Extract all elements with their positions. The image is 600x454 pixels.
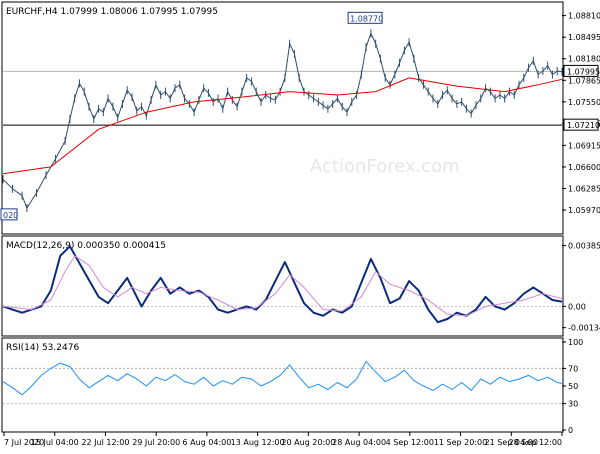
price-tick-label-1: 1.08495 <box>568 33 600 42</box>
rsi-tick-label-2: 50 <box>568 382 578 391</box>
x-tick-label-11: 28 Sep 12:00 <box>509 438 562 447</box>
price-tick-label-4: 1.07550 <box>568 98 600 107</box>
watermark: ActionForex.com <box>310 156 460 177</box>
price-tick-label-6: 1.06915 <box>568 141 600 150</box>
macd-tick-label-2: -0.001348 <box>568 324 600 333</box>
annotation-label-0: 1.08770 <box>350 14 383 23</box>
macd-tick-label-1: 0.00 <box>568 302 586 311</box>
rsi-tick-label-1: 70 <box>568 364 578 373</box>
price-ref-label-1: 1.07210 <box>567 121 600 130</box>
rsi-label: RSI(14) 53.2476 <box>6 343 79 353</box>
x-tick-label-7: 28 Aug 04:00 <box>332 438 386 447</box>
rsi-tick-label-3: 30 <box>568 400 578 409</box>
annotation-label-1: 020 <box>3 211 18 220</box>
x-tick-label-8: 4 Sep 12:00 <box>386 438 434 447</box>
price-tick-label-9: 1.05970 <box>568 206 600 215</box>
rsi-tick-label-0: 100 <box>568 338 583 347</box>
chart-canvas: ActionForex.com EURCHF,H4 1.07999 1.0800… <box>0 0 600 450</box>
price-tick-label-8: 1.06285 <box>568 185 600 194</box>
price-tick-label-0: 1.08810 <box>568 12 600 21</box>
x-tick-label-9: 11 Sep 20:00 <box>434 438 487 447</box>
macd-tick-label-0: 0.00385 <box>568 242 600 251</box>
macd-label: MACD(12,26,9) 0.000350 0.000415 <box>6 241 166 251</box>
x-tick-label-4: 6 Aug 04:00 <box>182 438 231 447</box>
x-tick-label-6: 20 Aug 20:00 <box>281 438 335 447</box>
price-ref-label-0: 1.07995 <box>567 67 600 76</box>
x-tick-label-1: 15 Jul 04:00 <box>31 438 79 447</box>
price-tick-label-2: 1.08180 <box>568 55 600 64</box>
x-tick-label-5: 13 Aug 12:00 <box>231 438 285 447</box>
x-tick-label-2: 22 Jul 12:00 <box>81 438 129 447</box>
chart-title: EURCHF,H4 1.07999 1.08006 1.07995 1.0799… <box>6 7 218 17</box>
rsi-tick-label-4: 0 <box>568 426 573 435</box>
forex-chart: ActionForex.com EURCHF,H4 1.07999 1.0800… <box>0 0 600 450</box>
price-tick-label-3: 1.07865 <box>568 76 600 85</box>
price-tick-label-7: 1.06600 <box>568 163 600 172</box>
x-tick-label-3: 29 Jul 20:00 <box>132 438 180 447</box>
